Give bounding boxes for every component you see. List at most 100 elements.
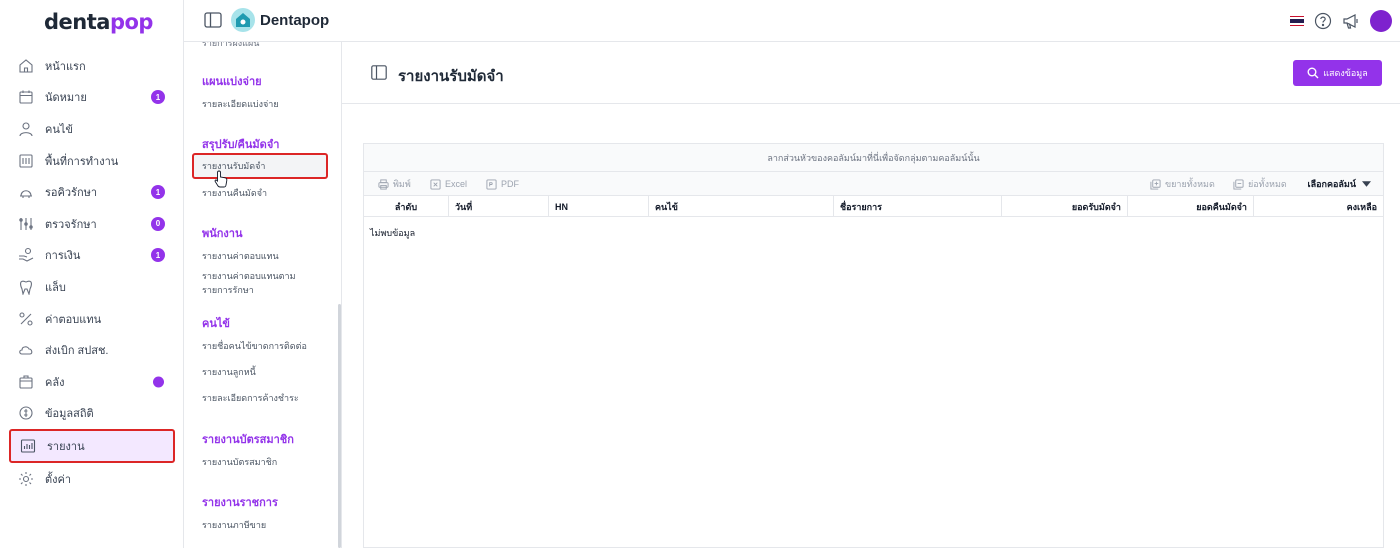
expand-all-label: ขยายทั้งหมด	[1165, 179, 1215, 189]
sidebar-item-label: แล็บ	[45, 281, 66, 294]
sidebar-item-label: รายงาน	[47, 441, 85, 454]
help-icon[interactable]	[1314, 12, 1332, 30]
excel-icon	[430, 178, 441, 190]
submenu-link[interactable]: รายงานคืนมัดจำ	[202, 186, 332, 200]
print-label: พิมพ์	[393, 179, 411, 189]
submenu-partial-item[interactable]: รายการผังแผน	[202, 42, 259, 50]
sidebar-item-settings[interactable]: ตั้งค่า	[0, 463, 184, 495]
report-submenu: รายการผังแผน แผนแบ่งจ่าย รายละเอียดแบ่งจ…	[184, 42, 342, 548]
thai-flag-icon[interactable]	[1290, 15, 1304, 27]
print-button[interactable]: พิมพ์	[378, 172, 411, 196]
submenu-link[interactable]: รายงานภาษีขาย	[202, 518, 332, 532]
sidebar-toggle-icon[interactable]	[204, 12, 222, 28]
hand-cursor-icon	[214, 170, 228, 188]
sidebar-item-finance[interactable]: การเงิน 1	[0, 240, 184, 272]
submenu-section-title: คนไข้	[202, 318, 230, 330]
sidebar-item-examination[interactable]: ตรวจรักษา 0	[0, 208, 184, 240]
sidebar-item-lab[interactable]: แล็บ	[0, 271, 184, 303]
sidebar-item-patients[interactable]: คนไข้	[0, 113, 184, 145]
submenu-section-title: รายงานราชการ	[202, 497, 278, 509]
column-header-item-name[interactable]: ชื่อรายการ	[834, 196, 1002, 217]
column-header-hn[interactable]: HN	[549, 196, 649, 217]
dental-chair-icon	[18, 184, 34, 200]
sidebar-item-label: ข้อมูลสถิติ	[45, 408, 94, 421]
sidebar-item-nhso-claim[interactable]: ส่งเบิก สปสช.	[0, 334, 184, 366]
sidebar-item-label: ตั้งค่า	[45, 473, 72, 486]
pdf-export-button[interactable]: PDF	[486, 172, 519, 196]
count-badge: 1	[151, 90, 165, 105]
tools-icon	[18, 216, 34, 232]
submenu-link[interactable]: รายงานลูกหนี้	[202, 365, 332, 379]
avatar[interactable]	[1370, 10, 1392, 32]
pdf-label: PDF	[501, 179, 519, 189]
megaphone-icon[interactable]	[1342, 12, 1360, 30]
page-title: รายงานรับมัดจำ	[398, 68, 504, 85]
excel-export-button[interactable]: Excel	[430, 172, 467, 196]
submenu-section-title: แผนแบ่งจ่าย	[202, 76, 262, 88]
column-chooser-dropdown[interactable]: เลือกคอลัมน์	[1308, 172, 1371, 196]
submenu-section-title: พนักงาน	[202, 228, 243, 240]
submenu-scrollbar[interactable]	[338, 304, 341, 548]
submenu-link[interactable]: รายงานบัตรสมาชิก	[202, 455, 332, 469]
sidebar-item-home[interactable]: หน้าแรก	[0, 50, 184, 82]
column-header-label: ชื่อรายการ	[840, 201, 883, 212]
column-header-date[interactable]: วันที่	[449, 196, 549, 217]
submenu-section-title: รายงานบัตรสมาชิก	[202, 434, 294, 446]
sidebar-item-label: พื้นที่การทำงาน	[45, 155, 119, 168]
percent-icon	[18, 311, 34, 327]
sidebar-item-compensation[interactable]: ค่าตอบแทน	[0, 303, 184, 335]
tooth-icon	[18, 279, 34, 296]
column-header-index[interactable]: ลำดับ	[364, 196, 449, 217]
sidebar-item-label: หน้าแรก	[45, 60, 86, 73]
sidebar-item-statistics[interactable]: ข้อมูลสถิติ	[0, 398, 184, 430]
gear-icon	[18, 471, 34, 487]
sidebar-nav: หน้าแรก นัดหมาย 1 คนไข้ พื้นที่การทำงาน …	[0, 50, 184, 495]
submenu-section-title: สรุปรับ/คืนมัดจำ	[202, 139, 280, 151]
expand-all-button[interactable]: ขยายทั้งหมด	[1150, 172, 1215, 196]
column-header-patient[interactable]: คนไข้	[649, 196, 834, 217]
submenu-link[interactable]: รายละเอียดการค้างชำระ	[202, 391, 332, 405]
collapse-all-label: ย่อทั้งหมด	[1248, 179, 1287, 189]
cloud-icon	[18, 342, 34, 358]
excel-label: Excel	[445, 179, 468, 189]
panel-icon	[371, 65, 387, 80]
main-content: รายงานรับมัดจำ แสดงข้อมูล ลากส่วนหัวของค…	[342, 42, 1400, 548]
column-header-deposit-refunded[interactable]: ยอดคืนมัดจำ	[1128, 196, 1254, 217]
clinic-name: Dentapop	[260, 12, 330, 29]
sidebar-item-label: นัดหมาย	[45, 92, 87, 105]
sidebar-item-label: คลัง	[45, 376, 65, 389]
group-panel-hint: ลากส่วนหัวของคอลัมน์มาที่นี่เพื่อจัดกลุ่…	[767, 152, 980, 163]
group-panel[interactable]: ลากส่วนหัวของคอลัมน์มาที่นี่เพื่อจัดกลุ่…	[364, 144, 1383, 172]
column-header-deposit-received[interactable]: ยอดรับมัดจำ	[1002, 196, 1128, 217]
expand-icon	[1150, 178, 1161, 190]
column-header-balance[interactable]: คงเหลือ	[1254, 196, 1383, 217]
topbar-actions	[1290, 10, 1392, 32]
collapse-all-button[interactable]: ย่อทั้งหมด	[1233, 172, 1287, 196]
count-badge: 1	[151, 248, 165, 263]
submenu-link[interactable]: รายชื่อคนไข้ขาดการติดต่อ	[202, 339, 332, 353]
notification-dot	[153, 376, 164, 388]
show-data-button[interactable]: แสดงข้อมูล	[1293, 60, 1382, 86]
dentapop-logo[interactable]: dentapop	[44, 10, 153, 34]
sidebar-item-reports[interactable]: รายงาน	[9, 429, 175, 464]
column-header-label: ยอดรับมัดจำ	[1071, 201, 1121, 212]
column-header-label: ลำดับ	[394, 201, 418, 212]
table-header: ลำดับ วันที่ HN คนไข้ ชื่อรายการ ยอดรับม…	[364, 196, 1383, 217]
sidebar-item-appointments[interactable]: นัดหมาย 1	[0, 82, 184, 114]
submenu-link[interactable]: รายงานค่าตอบแทนตาม รายการรักษา	[202, 269, 302, 297]
column-header-label: คนไข้	[655, 201, 678, 212]
logo-text-part1: denta	[44, 10, 110, 34]
sidebar-item-workspace[interactable]: พื้นที่การทำงาน	[0, 145, 184, 177]
report-chart-icon	[20, 438, 36, 454]
coin-icon	[18, 405, 34, 421]
submenu-link-deposit-report[interactable]: รายงานรับมัดจำ	[192, 153, 328, 179]
sidebar-item-label: การเงิน	[45, 250, 81, 263]
clinic-logo-icon	[231, 8, 255, 32]
sidebar-item-inventory[interactable]: คลัง	[0, 366, 184, 398]
workspace-icon	[18, 153, 34, 169]
top-bar: Dentapop	[184, 0, 1400, 42]
sidebar-item-queue[interactable]: รอคิวรักษา 1	[0, 176, 184, 208]
printer-icon	[378, 178, 389, 190]
submenu-link[interactable]: รายงานค่าตอบแทน	[202, 249, 332, 263]
submenu-link[interactable]: รายละเอียดแบ่งจ่าย	[202, 97, 332, 111]
